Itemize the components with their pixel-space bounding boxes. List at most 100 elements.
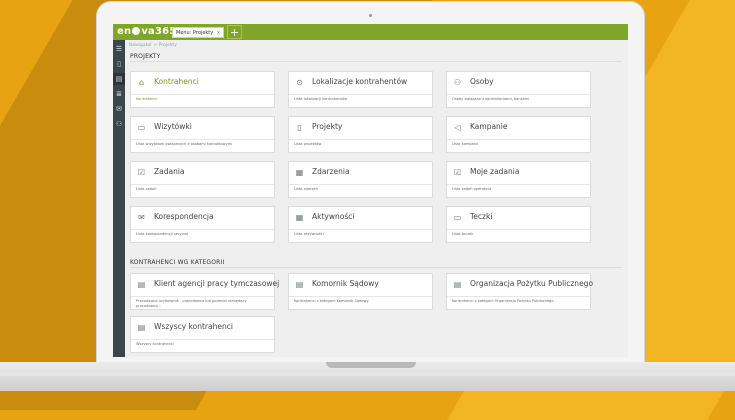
tile-description: Lista wizytówek związanych z osobami kon… <box>136 142 233 146</box>
tile-description: Kontrahenci z kategorii Organizacja Poży… <box>452 299 554 303</box>
tile-description: Lista zadań operatora <box>452 187 492 191</box>
tile-description: Lista teczek <box>452 232 474 236</box>
list-icon[interactable]: ≣ <box>113 88 125 100</box>
tile-zdarzenia[interactable]: ▦ Zdarzenia Lista zdarzeń <box>288 161 433 198</box>
tile-title: Zdarzenia <box>312 167 350 176</box>
tile-header: ☑ Zadania <box>131 162 274 185</box>
tile-title: Komornik Sądowy <box>312 279 379 288</box>
card-icon: ▭ <box>137 123 146 132</box>
tile-kampanie[interactable]: ◁ Kampanie Lista kampanii <box>446 116 591 153</box>
tile-aktywności[interactable]: ▦ Aktywności Lista aktywności <box>288 206 433 243</box>
tile-kontrahenci[interactable]: ⌂ Kontrahenci Kontrahenci <box>130 71 275 108</box>
divider <box>130 267 622 268</box>
tile-header: ✉ Korespondencja <box>131 207 274 230</box>
tile-title: Aktywności <box>312 212 355 221</box>
section-title-kategorie: KONTRAHENCI WG KATEGORII <box>130 259 225 266</box>
tile-description: Lista lokalizacji kontrahentów <box>294 97 348 101</box>
tile-header: ▯ Projekty <box>289 117 432 140</box>
tile-klient-agencji-pracy-tymczasowej[interactable]: ▤ Klient agencji pracy tymczasowej Pracoda… <box>130 273 279 310</box>
calendar-icon: ▦ <box>295 213 304 222</box>
app-logo[interactable]: en va365 <box>117 25 176 39</box>
my-tasks-icon: ☑ <box>453 168 462 177</box>
tile-header: ▦ Aktywności <box>289 207 432 230</box>
tile-zadania[interactable]: ☑ Zadania Lista zadań <box>130 161 275 198</box>
tile-osoby[interactable]: ⚇ Osoby Osoby związane z kontrahentami, ba… <box>446 71 591 108</box>
tile-header: ▤ Wszyscy kontrahenci <box>131 317 274 340</box>
logo-dot-icon <box>132 27 141 35</box>
mail-icon[interactable]: ✉ <box>113 103 125 115</box>
document-icon: ▤ <box>137 323 146 332</box>
screen: en va365 Menu: Projekty x + ☰ ▯ ▤ ≣ ✉ ⚇ Nawigat… <box>113 24 628 357</box>
top-bar: en va365 Menu: Projekty x + <box>113 24 628 40</box>
tile-header: ▤ Organizacja Pożytku Publicznego <box>447 274 594 297</box>
tile-title: Projekty <box>312 122 343 131</box>
tile-header: ⚇ Osoby <box>447 72 590 95</box>
tile-description: Lista projektów <box>294 142 322 146</box>
tile-description: Lista kampanii <box>452 142 479 146</box>
laptop-frame: en va365 Menu: Projekty x + ☰ ▯ ▤ ≣ ✉ ⚇ Nawigat… <box>97 2 644 366</box>
laptop-base-edge <box>0 372 735 376</box>
megaphone-icon: ◁ <box>454 123 461 132</box>
sidebar: ☰ ▯ ▤ ≣ ✉ ⚇ <box>113 40 125 357</box>
tile-header: ▤ Komornik Sądowy <box>289 274 432 297</box>
building-icon: ⌂ <box>138 78 145 87</box>
tile-organizacja-pożytku-publicznego[interactable]: ▤ Organizacja Pożytku Publicznego Kontrahe… <box>446 273 594 310</box>
tile-title: Lokalizacje kontrahentów <box>312 77 408 86</box>
close-tab-icon[interactable]: x <box>217 28 220 39</box>
users-icon[interactable]: ⚇ <box>113 118 125 130</box>
section-title-projekty: PROJEKTY <box>130 53 161 60</box>
menu-icon[interactable]: ☰ <box>113 43 125 55</box>
tile-title: Osoby <box>470 77 494 86</box>
tile-header: ▦ Zdarzenia <box>289 162 432 185</box>
breadcrumb[interactable]: Nawigator > Projekty <box>129 43 177 48</box>
tile-description: Lista zadań <box>136 187 157 191</box>
divider <box>130 61 622 62</box>
tile-header: ◁ Kampanie <box>447 117 590 140</box>
tile-description: Kontrahenci z kategorii Komornik Sądowy <box>294 299 369 303</box>
folder-icon: ▭ <box>453 213 462 222</box>
tile-header: ⌂ Kontrahenci <box>131 72 274 95</box>
task-icon: ☑ <box>137 168 146 177</box>
tile-header: ☑ Moje zadania <box>447 162 590 185</box>
tile-title: Klient agencji pracy tymczasowej <box>154 279 280 288</box>
laptop-notch <box>326 362 416 368</box>
tab-menu-projekty[interactable]: Menu: Projekty x <box>172 27 224 38</box>
people-icon: ⚇ <box>453 78 462 87</box>
tile-title: Kampanie <box>470 122 508 131</box>
location-icon: ⊙ <box>296 78 303 87</box>
mail-icon: ✉ <box>138 213 145 222</box>
tile-wszyscy-kontrahenci[interactable]: ▤ Wszyscy kontrahenci Wszyscy kontrahenci <box>130 316 275 353</box>
tile-wizytówki[interactable]: ▭ Wizytówki Lista wizytówek związanych z o… <box>130 116 275 153</box>
tile-description: Wszyscy kontrahenci <box>136 342 174 346</box>
document-icon: ▤ <box>295 280 304 289</box>
project-icon: ▯ <box>297 123 302 132</box>
tile-title: Wszyscy kontrahenci <box>154 322 233 331</box>
tile-teczki[interactable]: ▭ Teczki Lista teczek <box>446 206 591 243</box>
folder-icon[interactable]: ▯ <box>113 58 125 70</box>
tile-description: Pracodawca użytkownik - pracodawca lub p… <box>136 299 247 308</box>
tile-lokalizacje-kontrahentów[interactable]: ⊙ Lokalizacje kontrahentów Lista lokalizac… <box>288 71 433 108</box>
tile-moje-zadania[interactable]: ☑ Moje zadania Lista zadań operatora <box>446 161 591 198</box>
event-icon: ▦ <box>295 168 304 177</box>
tile-header: ▤ Klient agencji pracy tymczasowej <box>131 274 279 297</box>
tile-header: ▭ Wizytówki <box>131 117 274 140</box>
document-icon[interactable]: ▤ <box>113 73 125 85</box>
tile-title: Kontrahenci <box>154 77 199 86</box>
document-icon: ▤ <box>453 280 462 289</box>
tile-title: Zadania <box>154 167 185 176</box>
document-icon: ▤ <box>137 280 146 289</box>
tile-title: Korespondencja <box>154 212 214 221</box>
tile-korespondencja[interactable]: ✉ Korespondencja Lista korespondencji sery… <box>130 206 275 243</box>
camera <box>369 14 372 17</box>
tile-description: Lista korespondencji seryjnej <box>136 232 189 236</box>
tile-title: Teczki <box>470 212 493 221</box>
new-tab-button[interactable]: + <box>227 25 242 39</box>
tile-header: ▭ Teczki <box>447 207 590 230</box>
tile-projekty[interactable]: ▯ Projekty Lista projektów <box>288 116 433 153</box>
tile-header: ⊙ Lokalizacje kontrahentów <box>289 72 432 95</box>
tile-description: Osoby związane z kontrahentami, bankami <box>452 97 530 101</box>
tile-komornik-sądowy[interactable]: ▤ Komornik Sądowy Kontrahenci z kategorii … <box>288 273 433 310</box>
tile-title: Organizacja Pożytku Publicznego <box>470 279 594 288</box>
tile-description: Lista zdarzeń <box>294 187 318 191</box>
tile-description: Lista aktywności <box>294 232 324 236</box>
